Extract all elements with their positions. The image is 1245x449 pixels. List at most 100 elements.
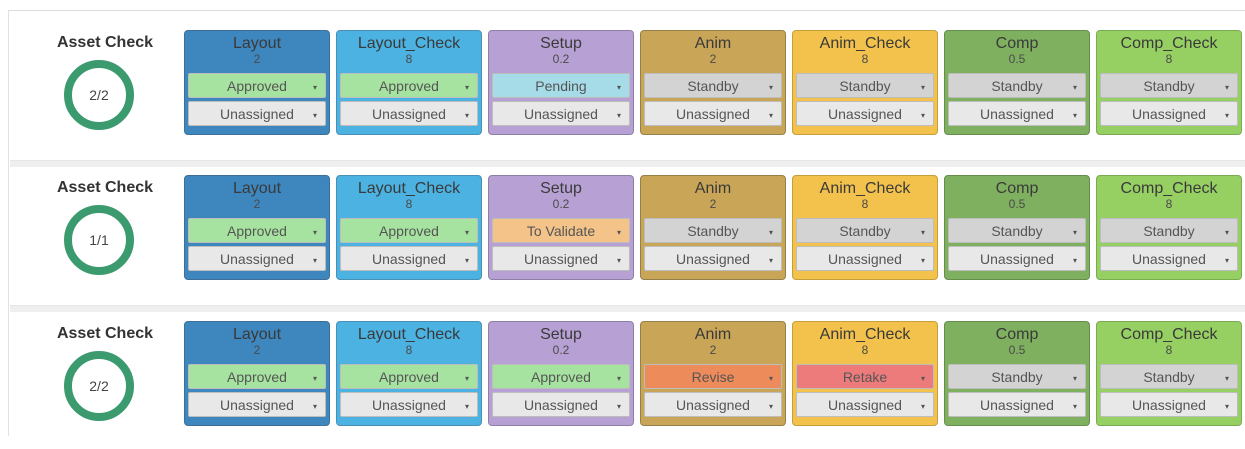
task-card[interactable]: Anim 2 Standby ▾ Unassigned ▾ xyxy=(640,175,786,280)
assignee-dropdown[interactable]: Unassigned ▾ xyxy=(948,392,1086,417)
assignee-dropdown[interactable]: Unassigned ▾ xyxy=(948,101,1086,126)
status-label: Retake xyxy=(842,368,888,385)
status-dropdown[interactable]: To Validate ▾ xyxy=(492,218,630,243)
task-card[interactable]: Anim_Check 8 Standby ▾ Unassigned ▾ xyxy=(792,30,938,135)
task-card-header: Comp_Check 8 xyxy=(1097,176,1241,218)
task-card[interactable]: Comp 0.5 Standby ▾ Unassigned ▾ xyxy=(944,321,1090,426)
assignee-dropdown[interactable]: Unassigned ▾ xyxy=(644,246,782,271)
status-dropdown[interactable]: Approved ▾ xyxy=(340,364,478,389)
task-name: Comp_Check xyxy=(1120,35,1218,52)
chevron-down-icon: ▾ xyxy=(1224,402,1229,411)
task-card[interactable]: Setup 0.2 Approved ▾ Unassigned ▾ xyxy=(488,321,634,426)
status-dropdown[interactable]: Standby ▾ xyxy=(948,73,1086,98)
task-card[interactable]: Layout_Check 8 Approved ▾ Unassigned ▾ xyxy=(336,30,482,135)
assignee-dropdown[interactable]: Unassigned ▾ xyxy=(492,246,630,271)
status-label: Standby xyxy=(1143,77,1195,94)
assignee-dropdown[interactable]: Unassigned ▾ xyxy=(1100,392,1238,417)
task-card[interactable]: Anim_Check 8 Retake ▾ Unassigned ▾ xyxy=(792,321,938,426)
status-dropdown[interactable]: Standby ▾ xyxy=(1100,218,1238,243)
status-dropdown[interactable]: Revise ▾ xyxy=(644,364,782,389)
assignee-dropdown[interactable]: Unassigned ▾ xyxy=(796,246,934,271)
chevron-down-icon: ▾ xyxy=(920,256,925,265)
task-card[interactable]: Anim_Check 8 Standby ▾ Unassigned ▾ xyxy=(792,175,938,280)
task-name: Layout_Check xyxy=(357,326,461,343)
left-border xyxy=(8,10,9,436)
task-card-header: Setup 0.2 xyxy=(489,176,633,218)
status-dropdown[interactable]: Approved ▾ xyxy=(188,218,326,243)
status-dropdown[interactable]: Standby ▾ xyxy=(1100,73,1238,98)
status-label: Standby xyxy=(991,77,1043,94)
status-dropdown[interactable]: Retake ▾ xyxy=(796,364,934,389)
task-name: Anim_Check xyxy=(819,35,911,52)
assignee-dropdown[interactable]: Unassigned ▾ xyxy=(492,101,630,126)
status-label: Standby xyxy=(839,222,891,239)
task-card[interactable]: Comp_Check 8 Standby ▾ Unassigned ▾ xyxy=(1096,321,1242,426)
status-dropdown[interactable]: Approved ▾ xyxy=(188,364,326,389)
assignee-dropdown[interactable]: Unassigned ▾ xyxy=(188,246,326,271)
status-dropdown[interactable]: Approved ▾ xyxy=(188,73,326,98)
assignee-dropdown[interactable]: Unassigned ▾ xyxy=(644,392,782,417)
status-dropdown[interactable]: Approved ▾ xyxy=(492,364,630,389)
assignee-dropdown[interactable]: Unassigned ▾ xyxy=(644,101,782,126)
task-card[interactable]: Comp_Check 8 Standby ▾ Unassigned ▾ xyxy=(1096,175,1242,280)
task-card-header: Comp_Check 8 xyxy=(1097,322,1241,364)
assignee-dropdown[interactable]: Unassigned ▾ xyxy=(948,246,1086,271)
chevron-down-icon: ▾ xyxy=(768,256,773,265)
asset-row: Asset Check 1/1 Layout 2 Approved ▾ Unassigned… xyxy=(10,165,1245,303)
status-dropdown[interactable]: Approved ▾ xyxy=(340,218,478,243)
progress-text: 1/1 xyxy=(89,232,109,248)
task-card[interactable]: Layout 2 Approved ▾ Unassigned ▾ xyxy=(184,175,330,280)
status-dropdown[interactable]: Approved ▾ xyxy=(340,73,478,98)
task-card[interactable]: Comp_Check 8 Standby ▾ Unassigned ▾ xyxy=(1096,30,1242,135)
status-dropdown[interactable]: Pending ▾ xyxy=(492,73,630,98)
assignee-dropdown[interactable]: Unassigned ▾ xyxy=(796,101,934,126)
task-card[interactable]: Anim 2 Standby ▾ Unassigned ▾ xyxy=(640,30,786,135)
task-name: Anim_Check xyxy=(819,326,911,343)
task-card[interactable]: Setup 0.2 Pending ▾ Unassigned ▾ xyxy=(488,30,634,135)
status-dropdown[interactable]: Standby ▾ xyxy=(796,218,934,243)
task-name: Anim xyxy=(694,326,732,343)
status-dropdown[interactable]: Standby ▾ xyxy=(644,218,782,243)
assignee-label: Unassigned xyxy=(676,396,750,413)
chevron-down-icon: ▾ xyxy=(312,256,317,265)
task-card-header: Comp 0.5 xyxy=(945,176,1089,218)
assignee-dropdown[interactable]: Unassigned ▾ xyxy=(340,246,478,271)
task-card[interactable]: Layout_Check 8 Approved ▾ Unassigned ▾ xyxy=(336,321,482,426)
status-label: Approved xyxy=(227,222,287,239)
task-card-header: Comp 0.5 xyxy=(945,31,1089,73)
task-card-header: Anim_Check 8 xyxy=(793,176,937,218)
task-card[interactable]: Comp 0.5 Standby ▾ Unassigned ▾ xyxy=(944,175,1090,280)
assignee-label: Unassigned xyxy=(372,396,446,413)
chevron-down-icon: ▾ xyxy=(464,256,469,265)
chevron-down-icon: ▾ xyxy=(312,374,317,383)
assignee-dropdown[interactable]: Unassigned ▾ xyxy=(340,101,478,126)
task-card[interactable]: Layout 2 Approved ▾ Unassigned ▾ xyxy=(184,321,330,426)
task-estimate: 2 xyxy=(709,343,717,357)
assignee-dropdown[interactable]: Unassigned ▾ xyxy=(1100,246,1238,271)
task-card-header: Layout_Check 8 xyxy=(337,176,481,218)
task-card[interactable]: Layout 2 Approved ▾ Unassigned ▾ xyxy=(184,30,330,135)
chevron-down-icon: ▾ xyxy=(464,83,469,92)
assignee-dropdown[interactable]: Unassigned ▾ xyxy=(188,101,326,126)
status-dropdown[interactable]: Standby ▾ xyxy=(1100,364,1238,389)
status-dropdown[interactable]: Standby ▾ xyxy=(948,218,1086,243)
status-label: Pending xyxy=(535,77,587,94)
status-dropdown[interactable]: Standby ▾ xyxy=(796,73,934,98)
chevron-down-icon: ▾ xyxy=(768,228,773,237)
assignee-dropdown[interactable]: Unassigned ▾ xyxy=(340,392,478,417)
status-dropdown[interactable]: Standby ▾ xyxy=(644,73,782,98)
task-name: Comp xyxy=(995,326,1039,343)
status-dropdown[interactable]: Standby ▾ xyxy=(948,364,1086,389)
chevron-down-icon: ▾ xyxy=(768,83,773,92)
task-card[interactable]: Layout_Check 8 Approved ▾ Unassigned ▾ xyxy=(336,175,482,280)
task-card[interactable]: Comp 0.5 Standby ▾ Unassigned ▾ xyxy=(944,30,1090,135)
task-card[interactable]: Setup 0.2 To Validate ▾ Unassigned ▾ xyxy=(488,175,634,280)
asset-row: Asset Check 2/2 Layout 2 Approved ▾ Unassigned… xyxy=(10,311,1245,449)
assignee-dropdown[interactable]: Unassigned ▾ xyxy=(796,392,934,417)
status-label: Approved xyxy=(227,77,287,94)
assignee-dropdown[interactable]: Unassigned ▾ xyxy=(1100,101,1238,126)
assignee-dropdown[interactable]: Unassigned ▾ xyxy=(492,392,630,417)
progress-ring: 1/1 xyxy=(64,205,134,275)
task-card[interactable]: Anim 2 Revise ▾ Unassigned ▾ xyxy=(640,321,786,426)
assignee-dropdown[interactable]: Unassigned ▾ xyxy=(188,392,326,417)
